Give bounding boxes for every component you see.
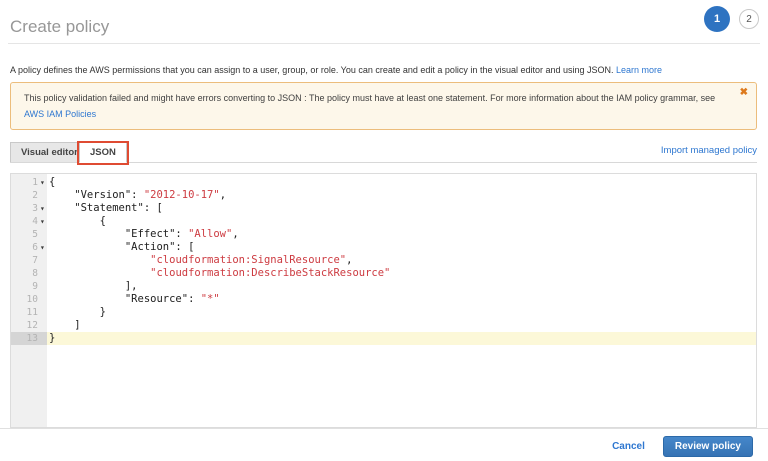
fold-toggle-icon[interactable]: ▾ (40, 176, 45, 189)
code-line: 7 "cloudformation:SignalResource", (11, 254, 756, 267)
intro-text: A policy defines the AWS permissions tha… (10, 64, 760, 76)
code-text: "cloudformation:SignalResource", (47, 254, 756, 267)
json-plain-token: } (49, 332, 55, 344)
json-plain-token: "Version": (49, 189, 144, 201)
json-plain-token: { (49, 215, 106, 227)
validation-alert: This policy validation failed and might … (10, 82, 757, 130)
gutter-cell: 6▾ (11, 241, 47, 254)
editor-content[interactable]: 1▾{2 "Version": "2012-10-17",3▾ "Stateme… (11, 174, 756, 427)
code-text: "Effect": "Allow", (47, 228, 756, 241)
code-line: 10 "Resource": "*" (11, 293, 756, 306)
line-number: 3 (11, 202, 38, 215)
json-policy-editor[interactable]: 1▾{2 "Version": "2012-10-17",3▾ "Stateme… (10, 173, 757, 428)
import-managed-policy-link[interactable]: Import managed policy (661, 145, 757, 156)
tab-json[interactable]: JSON (79, 142, 127, 163)
line-number: 12 (11, 319, 38, 332)
json-plain-token: "Effect": (49, 228, 188, 240)
tab-visual-editor[interactable]: Visual editor (10, 142, 89, 162)
tab-strip: Visual editor JSON Import managed policy (10, 142, 757, 163)
json-plain-token: { (49, 176, 55, 188)
step-2-indicator: 2 (739, 9, 759, 29)
line-number: 1 (11, 176, 38, 189)
code-text: { (47, 176, 756, 189)
gutter-cell: 10 (11, 293, 47, 306)
gutter-cell: 9 (11, 280, 47, 293)
header-divider (8, 43, 760, 44)
line-number: 7 (11, 254, 38, 267)
json-string-token: "*" (201, 293, 220, 305)
json-plain-token: "Action": [ (49, 241, 194, 253)
json-plain-token: } (49, 306, 106, 318)
json-plain-token: , (346, 254, 352, 266)
json-string-token: "2012-10-17" (144, 189, 220, 201)
json-plain-token: "Statement": [ (49, 202, 163, 214)
alert-close-icon[interactable]: ✖ (740, 88, 748, 98)
line-number: 9 (11, 280, 38, 293)
line-number: 11 (11, 306, 38, 319)
json-plain-token (49, 254, 150, 266)
page-title: Create policy (10, 17, 109, 37)
line-number: 8 (11, 267, 38, 280)
line-number: 4 (11, 215, 38, 228)
intro-text-body: A policy defines the AWS permissions tha… (10, 65, 616, 75)
json-plain-token (49, 267, 150, 279)
json-string-token: "Allow" (188, 228, 232, 240)
json-plain-token: , (232, 228, 238, 240)
code-text: "Resource": "*" (47, 293, 756, 306)
gutter-cell: 7 (11, 254, 47, 267)
code-text: "Statement": [ (47, 202, 756, 215)
code-line: 12 ] (11, 319, 756, 332)
learn-more-link[interactable]: Learn more (616, 65, 662, 75)
line-number: 10 (11, 293, 38, 306)
code-line: 3▾ "Statement": [ (11, 202, 756, 215)
footer-divider (0, 428, 768, 429)
gutter-cell: 8 (11, 267, 47, 280)
code-text: "Action": [ (47, 241, 756, 254)
code-line: 11 } (11, 306, 756, 319)
code-line: 13} (11, 332, 756, 345)
code-line: 2 "Version": "2012-10-17", (11, 189, 756, 202)
line-number: 13 (11, 332, 38, 345)
gutter-cell: 11 (11, 306, 47, 319)
tab-json-label: JSON (90, 147, 116, 158)
json-string-token: "cloudformation:SignalResource" (150, 254, 346, 266)
json-plain-token: , (220, 189, 226, 201)
code-line: 6▾ "Action": [ (11, 241, 756, 254)
json-string-token: "cloudformation:DescribeStackResource" (150, 267, 390, 279)
fold-toggle-icon[interactable]: ▾ (40, 241, 45, 254)
cancel-button[interactable]: Cancel (612, 441, 645, 452)
json-plain-token: "Resource": (49, 293, 201, 305)
gutter-cell: 13 (11, 332, 47, 345)
code-text: { (47, 215, 756, 228)
gutter-cell: 2 (11, 189, 47, 202)
alert-message: This policy validation failed and might … (24, 93, 715, 103)
json-plain-token: ], (49, 280, 138, 292)
line-number: 2 (11, 189, 38, 202)
code-text: ] (47, 319, 756, 332)
code-line: 4▾ { (11, 215, 756, 228)
gutter-cell: 5 (11, 228, 47, 241)
gutter-cell: 4▾ (11, 215, 47, 228)
gutter-cell: 1▾ (11, 176, 47, 189)
gutter-cell: 12 (11, 319, 47, 332)
fold-toggle-icon[interactable]: ▾ (40, 202, 45, 215)
code-text: "Version": "2012-10-17", (47, 189, 756, 202)
aws-iam-policies-link[interactable]: AWS IAM Policies (24, 109, 96, 119)
code-text: } (47, 332, 756, 345)
code-text: ], (47, 280, 756, 293)
gutter-cell: 3▾ (11, 202, 47, 215)
line-number: 5 (11, 228, 38, 241)
code-line: 9 ], (11, 280, 756, 293)
code-line: 1▾{ (11, 176, 756, 189)
json-plain-token: ] (49, 319, 81, 331)
review-policy-button[interactable]: Review policy (663, 436, 753, 457)
line-number: 6 (11, 241, 38, 254)
code-line: 5 "Effect": "Allow", (11, 228, 756, 241)
code-line: 8 "cloudformation:DescribeStackResource" (11, 267, 756, 280)
step-1-indicator: 1 (704, 6, 730, 32)
footer-actions: Cancel Review policy (612, 436, 753, 457)
fold-toggle-icon[interactable]: ▾ (40, 215, 45, 228)
code-text: } (47, 306, 756, 319)
code-text: "cloudformation:DescribeStackResource" (47, 267, 756, 280)
